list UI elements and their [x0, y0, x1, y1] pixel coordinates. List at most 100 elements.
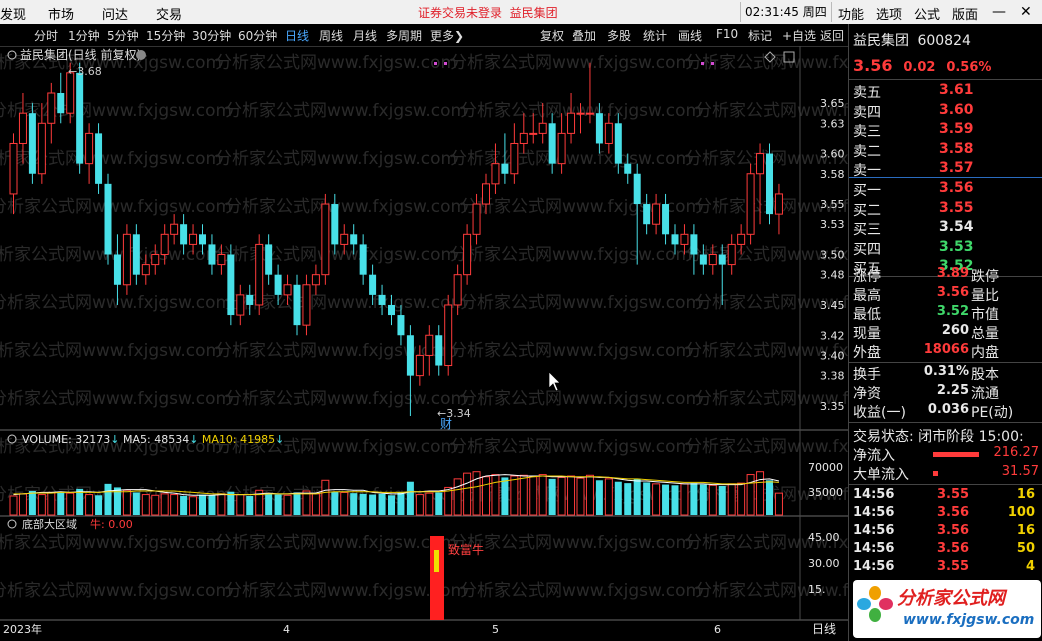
- indicator-tick: 45.00: [808, 531, 840, 544]
- tab-period-30min[interactable]: 30分钟: [192, 27, 231, 44]
- candle: [104, 173, 112, 265]
- volume-bar: [302, 490, 311, 516]
- more-label: 更多: [430, 29, 455, 43]
- stat-value: 0.31%: [923, 364, 969, 379]
- volume-bar: [690, 483, 698, 515]
- menu-function[interactable]: 功能: [838, 4, 864, 23]
- arrow-down-icon: ↓: [110, 433, 123, 446]
- minimize-icon[interactable]: —: [992, 4, 1006, 20]
- overlay-button[interactable]: 叠加: [572, 27, 596, 44]
- stat-value: 260: [941, 323, 969, 338]
- menu-market[interactable]: 市场: [48, 4, 74, 23]
- tab-period-monthly[interactable]: 月线: [353, 27, 377, 44]
- sell-level[interactable]: 卖四 3.60: [853, 102, 1039, 121]
- volume-bar: [388, 495, 395, 515]
- tab-period-fenshi[interactable]: 分时: [34, 27, 58, 44]
- top-menu-bar: 发现 市场 问达 交易 证券交易未登录 益民集团 02:31:45 周四 功能 …: [0, 0, 1042, 24]
- stat-label-2: PE(动): [971, 405, 1014, 421]
- candle: [236, 284, 245, 326]
- order-level-price: 3.57: [939, 160, 974, 176]
- volume-bar: [519, 474, 528, 516]
- volume-bar: [246, 496, 254, 515]
- tab-period-multi[interactable]: 多周期: [386, 27, 422, 44]
- login-alert: 证券交易未登录: [418, 6, 503, 20]
- watermark-text: 分析家公式网www.fxjgsw.com: [225, 197, 467, 217]
- tick-price: 3.55: [937, 487, 970, 502]
- candle: [170, 214, 179, 245]
- watermark-text: 分析家公式网www.fxjgsw.com: [0, 341, 222, 361]
- tick-time: 14:56: [853, 505, 895, 520]
- trade-state-label: 交易状态:: [853, 429, 914, 445]
- menu-formula[interactable]: 公式: [914, 4, 940, 23]
- tick-row: 14:56 3.56 50: [853, 541, 1039, 560]
- tab-period-5min[interactable]: 5分钟: [107, 27, 139, 44]
- tab-period-more[interactable]: 更多❯: [430, 27, 464, 44]
- stats-button[interactable]: 统计: [643, 27, 667, 44]
- candle: [359, 234, 367, 285]
- tab-period-weekly[interactable]: 周线: [319, 27, 343, 44]
- volume-bar: [311, 493, 320, 516]
- logo-text: 分析家公式网: [897, 588, 1005, 609]
- multi-stock-button[interactable]: 多股: [607, 27, 631, 44]
- net-inflow-row: 净流入 216.27: [853, 445, 1039, 464]
- date-axis-period[interactable]: 日线: [812, 622, 836, 636]
- volume-bar: [604, 478, 613, 516]
- volume-bar: [359, 493, 367, 515]
- watermark-text: 分析家公式网www.fxjgsw.com: [225, 101, 467, 121]
- buy-level[interactable]: 买一 3.56: [853, 180, 1039, 199]
- tab-period-15min[interactable]: 15分钟: [146, 27, 185, 44]
- stat-label: 收益(一): [853, 405, 906, 421]
- volume-bar: [227, 491, 235, 515]
- date-axis-month: 6: [714, 623, 721, 636]
- volume-bar: [491, 474, 500, 516]
- trade-state-row: 交易状态: 闭市阶段 15:00:: [853, 426, 1039, 445]
- restore-rights-button[interactable]: 复权: [540, 27, 564, 44]
- finance-marker[interactable]: 财: [440, 417, 452, 431]
- tab-period-60min[interactable]: 60分钟: [238, 27, 277, 44]
- menu-discover[interactable]: 发现: [0, 4, 26, 23]
- indicator-name[interactable]: 底部大区域: [22, 517, 77, 531]
- volume-bar: [37, 494, 46, 516]
- sell-level[interactable]: 卖二 3.58: [853, 141, 1039, 160]
- order-level-label: 买四: [853, 241, 881, 258]
- back-button[interactable]: 返回: [820, 27, 844, 44]
- menu-layout[interactable]: 版面: [952, 4, 978, 23]
- draw-line-button[interactable]: 画线: [678, 27, 702, 44]
- tick-volume: 4: [1025, 559, 1035, 574]
- buy-level[interactable]: 买三 3.54: [853, 219, 1039, 238]
- candle: [47, 82, 56, 144]
- candle: [28, 103, 36, 184]
- volume-bar: [585, 474, 594, 516]
- price-axis-tick: 3.35: [820, 400, 845, 413]
- big-inflow-bar: [933, 471, 938, 476]
- volume-bar: [321, 479, 330, 516]
- f10-button[interactable]: F10: [716, 27, 738, 41]
- volume-bar: [122, 489, 131, 516]
- volume-bar: [595, 480, 603, 515]
- quote-change-pct: 0.56%: [946, 60, 992, 75]
- mark-button[interactable]: 标记: [748, 27, 772, 44]
- kline-chart[interactable]: 分析家公式网www.fxjgsw.com 分析家公式网www.fxjgsw.com…: [0, 46, 848, 641]
- buy-level[interactable]: 买四 3.53: [853, 239, 1039, 258]
- close-icon[interactable]: ✕: [1020, 4, 1032, 20]
- menu-options[interactable]: 选项: [876, 4, 902, 23]
- price-axis-tick: 3.48: [820, 269, 845, 282]
- buy-level[interactable]: 买二 3.55: [853, 200, 1039, 219]
- volume-bar: [18, 493, 27, 516]
- sell-level[interactable]: 卖三 3.59: [853, 121, 1039, 140]
- stat-label-2: 流通: [971, 386, 999, 402]
- order-level-label: 买三: [853, 222, 881, 238]
- stat-row: 最低 3.52 市值: [853, 304, 1039, 323]
- volume-tick: 35000: [808, 486, 843, 499]
- tab-period-daily[interactable]: 日线: [285, 27, 309, 44]
- candle: [95, 123, 103, 194]
- stat-row: 收益(一) 0.036 PE(动): [853, 402, 1039, 421]
- add-watchlist-button[interactable]: +自选: [782, 27, 816, 44]
- window-title: 证券交易未登录 益民集团: [418, 4, 558, 21]
- menu-wenda[interactable]: 问达: [102, 4, 128, 23]
- tab-period-1min[interactable]: 1分钟: [68, 27, 100, 44]
- date-axis-month: 4: [283, 623, 290, 636]
- sell-level[interactable]: 卖五 3.61: [853, 82, 1039, 101]
- menu-trade[interactable]: 交易: [156, 4, 182, 23]
- candle: [510, 123, 519, 184]
